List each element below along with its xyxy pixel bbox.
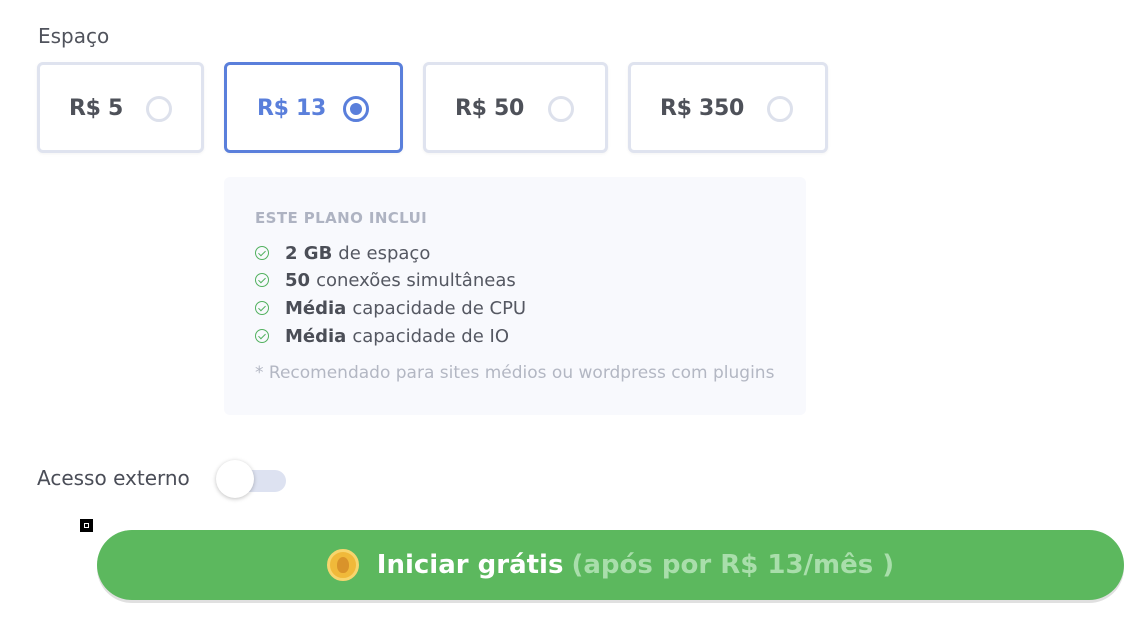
coin-icon xyxy=(326,549,359,581)
radio-checked-icon[interactable] xyxy=(343,96,369,122)
radio-unchecked-icon[interactable] xyxy=(548,96,574,122)
start-free-button[interactable]: Iniciar grátis (após por R$ 13/mês ) xyxy=(97,530,1124,600)
start-free-label: Iniciar grátis xyxy=(376,550,564,580)
plan-details-card: ESTE PLANO INCLUI 2 GB de espaço 50 cone… xyxy=(224,177,806,415)
plan-title: ESTE PLANO INCLUI xyxy=(255,209,428,227)
toggle-knob[interactable] xyxy=(216,460,254,498)
option-price: R$ 350 xyxy=(660,96,745,121)
feature-value: 2 GB xyxy=(285,242,333,264)
external-access-toggle[interactable] xyxy=(216,460,288,498)
option-price: R$ 5 xyxy=(69,96,124,121)
space-option-5[interactable]: R$ 5 xyxy=(37,62,204,153)
feature-text: capacidade de CPU xyxy=(352,297,527,319)
radio-unchecked-icon[interactable] xyxy=(146,96,172,122)
check-circle-icon xyxy=(255,273,269,287)
plan-feature: 2 GB de espaço xyxy=(255,241,430,265)
feature-value: 50 xyxy=(285,269,311,291)
feature-text: de espaço xyxy=(338,242,431,264)
plan-recommendation-note: * Recomendado para sites médios ou wordp… xyxy=(255,363,775,383)
space-option-350[interactable]: R$ 350 xyxy=(628,62,828,153)
option-price: R$ 50 xyxy=(455,96,525,121)
feature-text: capacidade de IO xyxy=(352,325,509,347)
radio-unchecked-icon[interactable] xyxy=(767,96,793,122)
space-label: Espaço xyxy=(38,24,110,48)
check-circle-icon xyxy=(255,329,269,343)
check-circle-icon xyxy=(255,246,269,260)
option-price: R$ 13 xyxy=(257,96,327,121)
external-access-label: Acesso externo xyxy=(37,466,190,490)
cursor-marker-icon xyxy=(80,519,93,532)
check-circle-icon xyxy=(255,301,269,315)
space-option-13[interactable]: R$ 13 xyxy=(224,62,403,153)
feature-text: conexões simultâneas xyxy=(316,269,516,291)
feature-value: Média xyxy=(285,297,347,319)
start-free-price-note: (após por R$ 13/mês ) xyxy=(571,550,895,580)
feature-value: Média xyxy=(285,325,347,347)
plan-feature: Média capacidade de IO xyxy=(255,324,509,348)
plan-feature: Média capacidade de CPU xyxy=(255,296,526,320)
space-option-50[interactable]: R$ 50 xyxy=(423,62,608,153)
plan-feature: 50 conexões simultâneas xyxy=(255,268,516,292)
